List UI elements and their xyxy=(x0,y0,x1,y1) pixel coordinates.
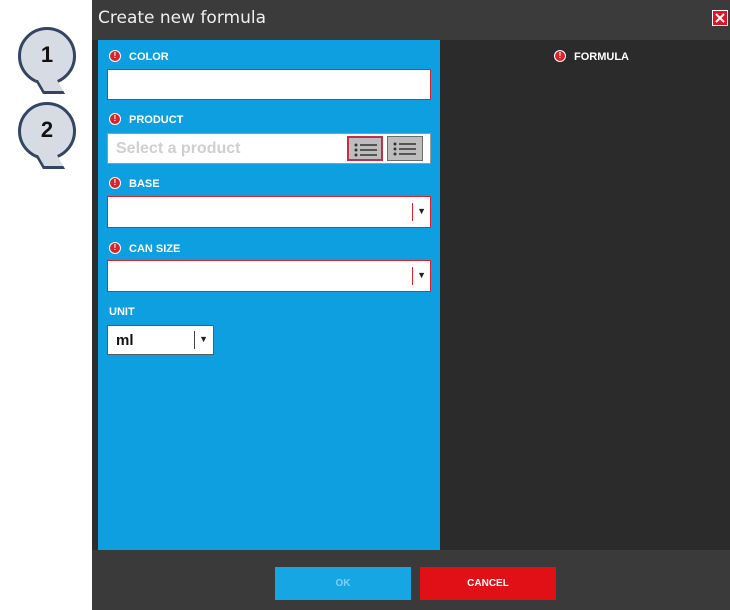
create-formula-dialog: Create new formula ! COLOR ! PRODUCT Sel… xyxy=(92,0,730,610)
warning-icon: ! xyxy=(109,242,121,254)
callout-2: 2 xyxy=(18,102,76,169)
chevron-down-icon: ▼ xyxy=(417,206,426,216)
dropdown-separator xyxy=(194,331,195,349)
callout-number: 1 xyxy=(40,42,54,67)
product-label: ! PRODUCT xyxy=(109,113,183,127)
callout-tail xyxy=(34,155,66,169)
callout-number: 2 xyxy=(40,117,54,142)
can-size-dropdown[interactable]: ▼ xyxy=(107,260,431,292)
ok-button[interactable]: OK xyxy=(275,567,411,600)
product-input[interactable]: Select a product xyxy=(107,133,431,164)
base-label: ! BASE xyxy=(109,177,160,191)
close-icon xyxy=(715,13,725,23)
cancel-button[interactable]: CANCEL xyxy=(420,567,556,600)
title-bar: Create new formula xyxy=(92,0,730,40)
warning-icon: ! xyxy=(109,177,121,189)
list-icon xyxy=(393,142,416,156)
warning-icon: ! xyxy=(109,50,121,62)
formula-panel: ! FORMULA xyxy=(440,40,730,550)
base-dropdown[interactable]: ▼ xyxy=(107,196,431,228)
close-button[interactable] xyxy=(712,10,728,26)
color-input[interactable] xyxy=(107,69,431,100)
callout-1: 1 xyxy=(18,27,76,94)
callout-tail xyxy=(34,80,66,94)
product-placeholder: Select a product xyxy=(116,140,241,157)
unit-dropdown[interactable]: ml ▼ xyxy=(107,325,214,355)
dialog-footer: OK CANCEL xyxy=(92,550,730,610)
warning-icon: ! xyxy=(554,50,566,62)
formula-input-panel: ! COLOR ! PRODUCT Select a product ! BAS… xyxy=(98,40,440,550)
chevron-down-icon: ▼ xyxy=(199,334,208,344)
dropdown-separator xyxy=(412,203,413,221)
unit-label: UNIT xyxy=(109,306,135,318)
dropdown-separator xyxy=(412,267,413,285)
formula-label: ! FORMULA xyxy=(554,50,629,64)
list-icon xyxy=(354,143,377,157)
unit-value: ml xyxy=(116,332,134,349)
color-label: ! COLOR xyxy=(109,50,169,64)
product-list-button[interactable] xyxy=(347,136,383,161)
dialog-title: Create new formula xyxy=(98,8,266,28)
can-size-label: ! CAN SIZE xyxy=(109,242,180,256)
product-alt-list-button[interactable] xyxy=(387,136,423,161)
chevron-down-icon: ▼ xyxy=(417,270,426,280)
warning-icon: ! xyxy=(109,113,121,125)
